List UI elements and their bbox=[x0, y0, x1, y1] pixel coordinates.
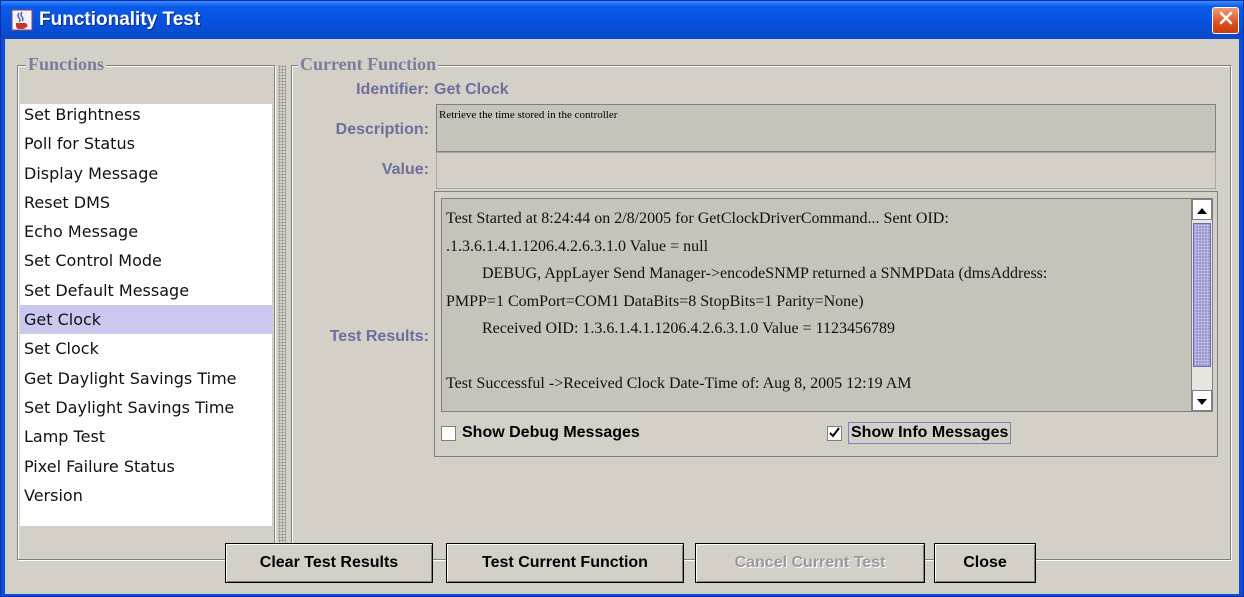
result-line: Test Successful ->Received Clock Date-Ti… bbox=[446, 375, 912, 392]
results-scrollbar[interactable] bbox=[1191, 198, 1213, 412]
function-list-item[interactable]: Set Clock bbox=[20, 334, 272, 363]
show-info-label: Show Info Messages bbox=[848, 422, 1012, 444]
value-label: Value: bbox=[381, 161, 429, 178]
function-list-item[interactable]: Set Control Mode bbox=[20, 246, 272, 275]
window-title: Functionality Test bbox=[39, 9, 201, 30]
scrollbar-thumb[interactable] bbox=[1193, 223, 1211, 367]
description-field: Retrieve the time stored in the controll… bbox=[436, 104, 1216, 152]
function-list-item[interactable]: Lamp Test bbox=[20, 422, 272, 451]
cancel-current-test-button[interactable]: Cancel Current Test bbox=[695, 543, 925, 583]
panel-splitter[interactable] bbox=[278, 65, 286, 560]
show-info-checkbox-row[interactable]: Show Info Messages bbox=[827, 420, 1012, 446]
result-line: DEBUG, AppLayer Send Manager->encodeSNMP… bbox=[482, 265, 1048, 282]
function-list-item[interactable]: Set Default Message bbox=[20, 276, 272, 305]
current-function-group-title: Current Function bbox=[298, 54, 439, 75]
test-results-frame: Test Started at 8:24:44 on 2/8/2005 for … bbox=[434, 191, 1218, 457]
result-line: Test Started at 8:24:44 on 2/8/2005 for … bbox=[446, 210, 949, 227]
functions-group: Functions Set Brightness Poll for Status D… bbox=[17, 54, 275, 560]
current-function-group: Current Function Identifier: Get Clock D… bbox=[291, 54, 1231, 560]
show-debug-checkbox-row[interactable]: Show Debug Messages bbox=[441, 420, 640, 446]
result-line: .1.3.6.1.4.1.1206.4.2.6.3.1.0 Value = nu… bbox=[446, 237, 709, 255]
functions-list[interactable]: Set Brightness Poll for Status Display Mes… bbox=[20, 104, 272, 526]
value-field[interactable] bbox=[436, 152, 1216, 189]
show-info-checkbox[interactable] bbox=[827, 425, 842, 441]
clear-test-results-button[interactable]: Clear Test Results bbox=[225, 543, 433, 583]
function-list-item[interactable]: Echo Message bbox=[20, 217, 272, 246]
close-button[interactable]: Close bbox=[934, 543, 1036, 583]
function-list-item[interactable]: Version bbox=[20, 481, 272, 510]
function-list-item[interactable]: Display Message bbox=[20, 159, 272, 188]
description-label: Description: bbox=[335, 121, 429, 138]
functions-group-title: Functions bbox=[26, 54, 107, 75]
scroll-up-button[interactable] bbox=[1192, 199, 1212, 220]
function-list-item[interactable]: Get Daylight Savings Time bbox=[20, 364, 272, 393]
checkmark-icon bbox=[829, 426, 840, 440]
result-line: Received OID: 1.3.6.1.4.1.1206.4.2.6.3.1… bbox=[482, 320, 895, 337]
function-list-item[interactable]: Get Clock bbox=[20, 305, 272, 335]
test-results-label: Test Results: bbox=[329, 328, 429, 345]
close-window-button[interactable] bbox=[1212, 7, 1239, 34]
arrow-up-icon bbox=[1197, 201, 1207, 219]
function-list-item[interactable]: Poll for Status bbox=[20, 129, 272, 158]
arrow-down-icon bbox=[1197, 392, 1207, 410]
show-debug-checkbox[interactable] bbox=[441, 425, 456, 441]
function-list-item[interactable]: Pixel Failure Status bbox=[20, 452, 272, 481]
function-list-item[interactable]: Reset DMS bbox=[20, 188, 272, 217]
test-results-text-area[interactable]: Test Started at 8:24:44 on 2/8/2005 for … bbox=[441, 198, 1191, 412]
result-line bbox=[446, 343, 1187, 371]
test-current-function-button[interactable]: Test Current Function bbox=[446, 543, 684, 583]
functionality-test-window: Functionality Test Functions Set Brightn… bbox=[0, 0, 1244, 597]
identifier-label: Identifier: bbox=[356, 81, 429, 98]
title-bar[interactable]: Functionality Test bbox=[1, 1, 1243, 39]
function-list-item[interactable]: Set Brightness bbox=[20, 100, 272, 129]
identifier-value: Get Clock bbox=[434, 81, 509, 98]
result-line: PMPP=1 ComPort=COM1 DataBits=8 StopBits=… bbox=[446, 292, 864, 310]
function-list-item[interactable]: Set Daylight Savings Time bbox=[20, 393, 272, 422]
java-cup-icon bbox=[11, 9, 33, 31]
show-debug-label: Show Debug Messages bbox=[462, 424, 640, 441]
close-x-icon bbox=[1218, 10, 1234, 31]
scroll-down-button[interactable] bbox=[1192, 390, 1212, 411]
dialog-content: Functions Set Brightness Poll for Status D… bbox=[5, 39, 1239, 594]
